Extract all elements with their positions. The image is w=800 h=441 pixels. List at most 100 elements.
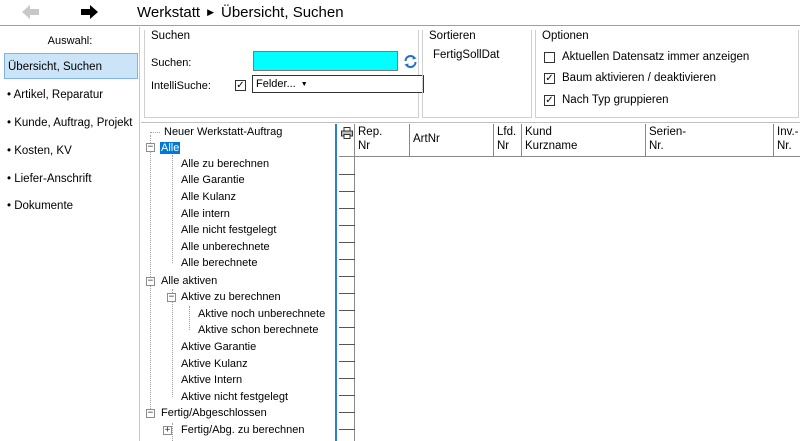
sidebar-item-kosten[interactable]: • Kosten, KV <box>4 138 138 164</box>
tree-item-label: Aktive Intern <box>181 374 243 386</box>
tree-item-label: Alle zu berechnen <box>181 158 270 170</box>
tree-item[interactable]: Alle Kulanz <box>180 189 237 205</box>
tree-item[interactable]: Aktive nicht festgelegt <box>180 389 289 405</box>
column-header-serien-nr[interactable]: Serien- Nr. <box>647 124 774 157</box>
tree-item-label: Alle nicht festgelegt <box>181 224 277 236</box>
sidebar: Auswahl: Übersicht, Suchen • Artikel, Re… <box>0 27 140 441</box>
sidebar-item-uebersicht[interactable]: Übersicht, Suchen <box>4 53 138 79</box>
tree-item[interactable]: Neuer Werkstatt-Auftrag <box>163 124 283 140</box>
tree-item-label: Alle aktiven <box>161 275 218 287</box>
row-marker[interactable] <box>339 225 355 226</box>
tree-item-label: Aktive Garantie <box>181 341 257 353</box>
tree-connector <box>150 135 151 415</box>
options-group: Optionen Aktuellen Datensatz immer anzei… <box>535 30 799 118</box>
column-header-inv-nr[interactable]: Inv.- Nr. <box>775 124 800 157</box>
caret-down-icon: ▼ <box>300 81 308 88</box>
tree-item-label: Alle Garantie <box>181 174 245 186</box>
intellisearch-checkbox[interactable]: ✓ <box>235 80 246 91</box>
breadcrumb-page: Übersicht, Suchen <box>221 4 344 21</box>
tree-item-aktive-zu-berechnen[interactable]: Aktive zu berechnen <box>180 289 282 305</box>
row-marker[interactable] <box>339 276 355 277</box>
tree-item[interactable]: Aktive noch unberechnete <box>197 306 326 322</box>
printer-icon[interactable] <box>341 127 353 139</box>
row-marker[interactable] <box>339 242 355 243</box>
collapse-icon[interactable]: − <box>146 409 155 418</box>
tree-item-label: Alle <box>160 142 181 154</box>
tree-item[interactable]: Aktive schon berechnete <box>197 322 319 338</box>
row-marker[interactable] <box>339 378 355 379</box>
row-marker[interactable] <box>339 412 355 413</box>
row-marker[interactable] <box>339 327 355 328</box>
arrow-right-icon[interactable] <box>78 3 100 21</box>
sidebar-title: Auswahl: <box>47 35 93 47</box>
tree-item-fertig-zu-berechnen[interactable]: Fertig/Abg. zu berechnen <box>180 422 306 438</box>
breadcrumb-section[interactable]: Werkstatt <box>137 4 200 21</box>
fields-dropdown-label: Felder... <box>256 78 296 90</box>
column-header-artnr[interactable]: ArtNr <box>411 124 494 157</box>
column-header-line2: Nr. <box>649 140 664 152</box>
row-marker[interactable] <box>339 191 355 192</box>
search-group: Suchen Suchen: IntelliSuche: ✓ Felder...… <box>144 30 424 118</box>
row-marker[interactable] <box>339 395 355 396</box>
row-marker[interactable] <box>339 310 355 311</box>
column-header-line2: Nr <box>358 140 371 152</box>
column-header-rep-nr[interactable]: Rep. Nr <box>356 124 410 157</box>
row-marker[interactable] <box>339 293 355 294</box>
collapse-icon[interactable]: − <box>146 143 155 152</box>
top-toolbar: Werkstatt ▶ Übersicht, Suchen <box>0 0 800 26</box>
row-marker[interactable] <box>339 344 355 345</box>
tree-item-fertig[interactable]: Fertig/Abgeschlossen <box>160 405 268 421</box>
column-header-line2: Kurzname <box>525 140 578 152</box>
tree-item-label: Aktive noch unberechnete <box>198 308 326 320</box>
sort-value[interactable]: FertigSollDat <box>433 49 499 61</box>
tree-item[interactable]: Alle zu berechnen <box>180 156 270 172</box>
tree-item-label: Fertig/Abg. zu berechnen <box>181 424 305 436</box>
column-header-lfd-nr[interactable]: Lfd. Nr <box>495 124 522 157</box>
tree-item[interactable]: Aktive Kulanz <box>180 356 249 372</box>
data-grid: Rep. Nr ArtNr Lfd. Nr Kund Kurzname Serien-… <box>339 124 800 441</box>
sidebar-item-kunde[interactable]: • Kunde, Auftrag, Projekt <box>4 110 138 136</box>
tree-item-label: Aktive zu berechnen <box>181 291 281 303</box>
sidebar-item-dokumente[interactable]: • Dokumente <box>4 193 138 219</box>
tree-item[interactable]: Alle nicht festgelegt <box>180 222 277 238</box>
fields-dropdown[interactable]: Felder... ▼ <box>252 75 424 93</box>
tree-item-alle[interactable]: Alle <box>160 140 181 156</box>
breadcrumb: Werkstatt ▶ Übersicht, Suchen <box>137 4 344 21</box>
chevron-right-icon: ▶ <box>207 7 214 17</box>
tree-item-label: Aktive schon berechnete <box>198 324 319 336</box>
tree-item[interactable]: Alle Garantie <box>180 172 246 188</box>
expand-icon[interactable]: + <box>163 426 172 435</box>
tree-item[interactable]: Alle intern <box>180 206 231 222</box>
sidebar-item-artikel[interactable]: • Artikel, Reparatur <box>4 82 138 108</box>
column-header-line1: Serien- <box>649 126 687 138</box>
column-header-kund-kurzname[interactable]: Kund Kurzname <box>523 124 646 157</box>
tree-item[interactable]: Aktive Intern <box>180 372 243 388</box>
option-group-by-type-checkbox[interactable]: ✓ <box>544 95 555 106</box>
row-marker[interactable] <box>339 259 355 260</box>
tree-item[interactable]: Alle berechnete <box>180 255 258 271</box>
row-marker[interactable] <box>339 208 355 209</box>
arrow-left-icon[interactable] <box>20 3 42 21</box>
option-show-current-checkbox[interactable] <box>544 52 555 63</box>
tree-connector <box>172 289 173 397</box>
tree-item[interactable]: Aktive Garantie <box>180 339 257 355</box>
search-input[interactable] <box>253 51 398 71</box>
tree-item-alle-aktiven[interactable]: Alle aktiven <box>160 273 218 289</box>
tree-item-label: Alle berechnete <box>181 257 258 269</box>
sort-group: Sortieren FertigSollDat <box>422 30 532 118</box>
tree-item-label: Alle intern <box>181 208 230 220</box>
grid-corner[interactable] <box>339 124 355 157</box>
row-marker[interactable] <box>339 361 355 362</box>
row-marker[interactable] <box>339 174 355 175</box>
tree-item-label: Neuer Werkstatt-Auftrag <box>164 126 283 138</box>
collapse-icon[interactable]: − <box>167 293 176 302</box>
option-tree-toggle-checkbox[interactable]: ✓ <box>544 73 555 84</box>
column-header-line1: Kund <box>525 126 552 138</box>
grid-row-headers <box>339 157 355 441</box>
row-marker[interactable] <box>339 429 355 430</box>
tree-item-label: Alle unberechnete <box>181 241 270 253</box>
sidebar-item-liefer[interactable]: • Liefer-Anschrift <box>4 166 138 192</box>
tree-item[interactable]: Alle unberechnete <box>180 239 271 255</box>
refresh-icon[interactable] <box>403 54 418 69</box>
collapse-icon[interactable]: − <box>146 277 155 286</box>
